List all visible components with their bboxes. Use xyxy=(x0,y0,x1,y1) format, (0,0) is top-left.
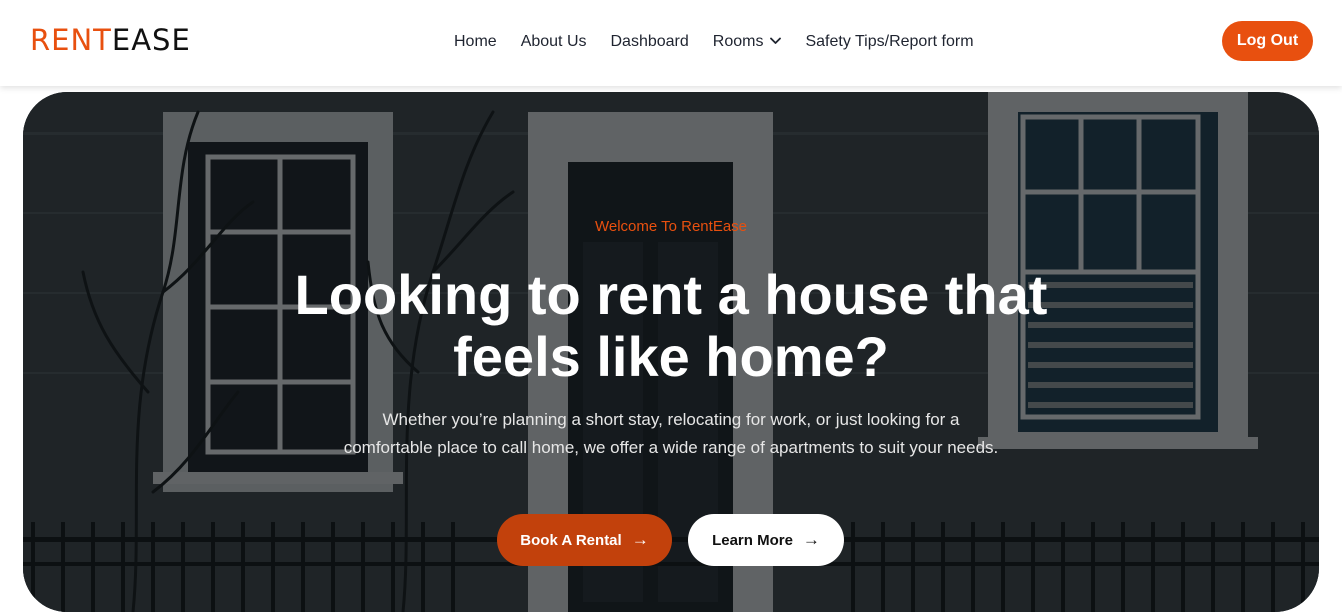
hero-eyebrow: Welcome To RentEase xyxy=(594,218,748,235)
top-navbar: RENTEASE Home About Us Dashboard Rooms S… xyxy=(0,0,1342,86)
book-a-rental-button[interactable]: Book A Rental → xyxy=(497,514,672,566)
nav-dashboard-link[interactable]: Dashboard xyxy=(611,33,689,51)
hero-subtext: Whether you’re planning a short stay, re… xyxy=(343,410,999,457)
nav-rooms-dropdown[interactable]: Rooms xyxy=(713,33,782,51)
nav-rooms-label: Rooms xyxy=(712,33,764,50)
book-a-rental-label: Book A Rental xyxy=(520,531,622,549)
hero-section: Welcome To RentEase Looking to rent a ho… xyxy=(23,92,1319,612)
chevron-down-icon xyxy=(770,37,782,44)
arrow-right-icon: → xyxy=(631,530,649,549)
log-out-button[interactable]: Log Out xyxy=(1222,21,1313,61)
hero-headline-line1: Looking to rent a house that xyxy=(294,263,1048,326)
hero-headline: Looking to rent a house that feels like … xyxy=(221,264,1121,388)
learn-more-label: Learn More xyxy=(712,531,793,549)
arrow-right-icon: → xyxy=(802,530,820,549)
hero-headline-line2: feels like home? xyxy=(453,325,889,388)
nav-about-us-link[interactable]: About Us xyxy=(521,33,587,51)
logo-text-rent: RENT xyxy=(30,23,112,57)
nav-home-link[interactable]: Home xyxy=(454,33,497,51)
learn-more-button[interactable]: Learn More → xyxy=(688,514,844,566)
main-nav: Home About Us Dashboard Rooms Safety Tip… xyxy=(454,30,974,54)
rentease-logo[interactable]: RENTEASE xyxy=(30,24,191,56)
nav-safety-tips-link[interactable]: Safety Tips/Report form xyxy=(805,33,973,51)
logo-text-ease: EASE xyxy=(111,23,191,57)
